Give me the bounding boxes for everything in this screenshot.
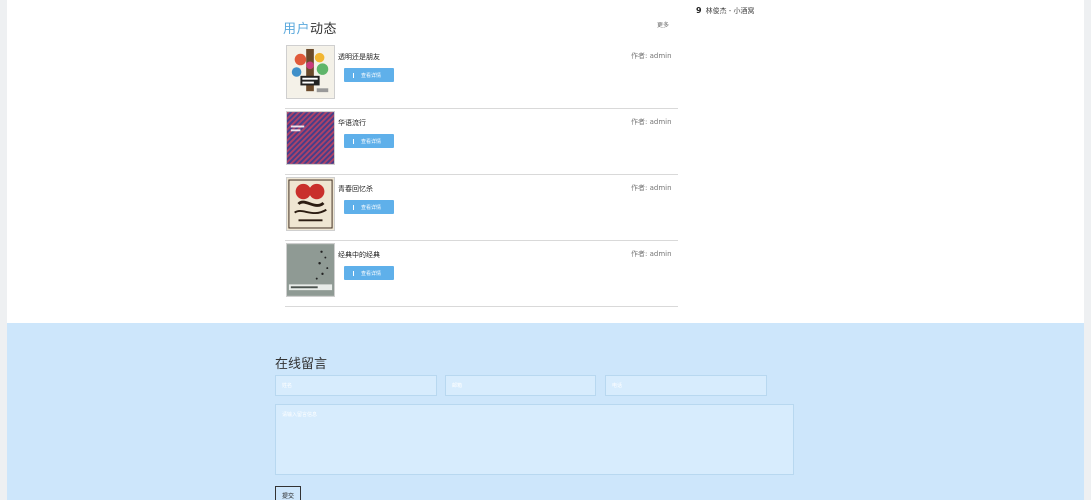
feed-item: 青春回忆杀 查看详情 作者: admin — [285, 175, 678, 241]
view-details-label: 查看详情 — [361, 138, 382, 145]
view-details-button[interactable]: 查看详情 — [344, 266, 394, 280]
ranking-item[interactable]: 9 林俊杰 - 小酒窝 — [696, 6, 755, 16]
feed-item-title: 透明还是朋友 — [338, 53, 380, 61]
feed-item: 透明还是朋友 查看详情 作者: admin — [285, 43, 678, 109]
view-details-label: 查看详情 — [361, 72, 382, 79]
feed-item-title: 青春回忆杀 — [338, 185, 373, 193]
submit-button[interactable]: 提交 — [275, 486, 301, 500]
ranking-number: 9 — [696, 6, 702, 15]
separator-icon — [353, 138, 354, 144]
feed-item-author: 作者: admin — [631, 52, 672, 60]
message-textarea[interactable] — [275, 404, 794, 475]
separator-icon — [353, 204, 354, 210]
feed-item-author: 作者: admin — [631, 250, 672, 258]
separator-icon — [353, 270, 354, 276]
album-cover-image[interactable] — [286, 45, 335, 99]
album-cover-folk-art — [287, 46, 334, 98]
user-feed-title: 用户动态 — [283, 18, 337, 37]
feed-item-title: 经典中的经典 — [338, 251, 380, 259]
phone-input[interactable] — [605, 375, 767, 396]
feed-item-author: 作者: admin — [631, 118, 672, 126]
feed-item: 经典中的经典 查看详情 作者: admin — [285, 241, 678, 307]
view-details-button[interactable]: 查看详情 — [344, 68, 394, 82]
view-details-label: 查看详情 — [361, 270, 382, 277]
album-cover-image[interactable] — [286, 111, 335, 165]
view-details-label: 查看详情 — [361, 204, 382, 211]
user-feed-title-rest: 动态 — [310, 22, 338, 37]
album-cover-pattern — [287, 112, 334, 164]
message-title: 在线留言 — [275, 357, 328, 372]
email-input[interactable] — [445, 375, 596, 396]
more-link[interactable]: 更多 — [657, 20, 669, 29]
feed-item: 华语流行 查看详情 作者: admin — [285, 109, 678, 175]
user-feed-title-accent: 用户 — [283, 22, 311, 37]
album-cover-rock-n-roll — [287, 178, 334, 230]
feed-item-title: 华语流行 — [338, 119, 366, 127]
separator-icon — [353, 72, 354, 78]
view-details-button[interactable]: 查看详情 — [344, 200, 394, 214]
feed-item-author: 作者: admin — [631, 184, 672, 192]
album-cover-image[interactable] — [286, 243, 335, 297]
ranking-song: 林俊杰 - 小酒窝 — [705, 7, 755, 15]
name-input[interactable] — [275, 375, 437, 396]
view-details-button[interactable]: 查看详情 — [344, 134, 394, 148]
album-cover-image[interactable] — [286, 177, 335, 231]
album-cover-birds — [287, 244, 334, 296]
